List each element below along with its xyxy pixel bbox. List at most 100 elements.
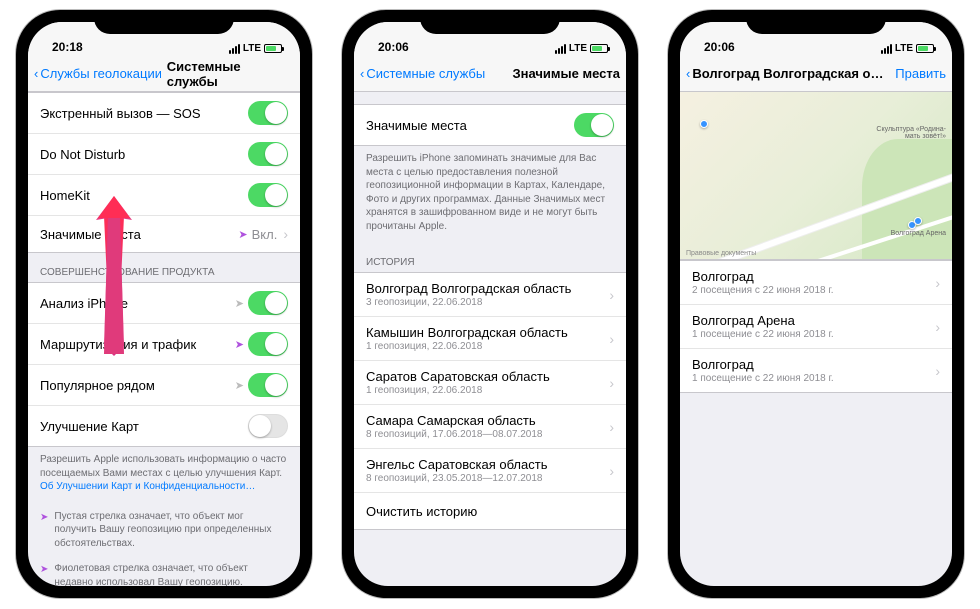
chevron-right-icon: › — [609, 419, 614, 435]
place-row[interactable]: Волгоград Арена 1 посещение с 22 июня 20… — [680, 305, 952, 349]
row-label: Значимые места — [366, 118, 574, 133]
row-label: Экстренный вызов — SOS — [40, 106, 248, 121]
row-subtitle: 3 геопозиции, 22.06.2018 — [366, 297, 603, 308]
row-title: Самара Самарская область — [366, 413, 536, 428]
screen-1: 20:18 LTE ‹ Службы геолокации Системные … — [28, 22, 300, 586]
footer-link[interactable]: Об Улучшении Карт и Конфиденциальности… — [40, 481, 255, 492]
nav-bar: ‹ Службы геолокации Системные службы — [28, 56, 300, 92]
nav-bar: ‹ Волгоград Волгоградская о… Править — [680, 56, 952, 92]
history-row[interactable]: Камышин Волгоградская область 1 геопозиц… — [354, 317, 626, 361]
edit-button[interactable]: Править — [895, 66, 946, 81]
row-title: Саратов Саратовская область — [366, 369, 550, 384]
chevron-left-icon: ‹ — [360, 66, 364, 81]
group-toggle: Значимые места — [354, 104, 626, 146]
screen-3: 20:06 LTE ‹ Волгоград Волгоградская о… П… — [680, 22, 952, 586]
row-label: Значимые места — [40, 227, 238, 242]
history-row[interactable]: Саратов Саратовская область 1 геопозиция… — [354, 361, 626, 405]
row-routing-traffic[interactable]: Маршрутизация и трафик ➤ — [28, 324, 300, 365]
legend-outline: ➤ Пустая стрелка означает, что объект мо… — [28, 504, 300, 557]
toggle[interactable] — [248, 183, 288, 207]
chevron-right-icon: › — [609, 463, 614, 479]
location-arrow-icon: ➤ — [238, 228, 247, 241]
back-label: Системные службы — [366, 66, 485, 81]
history-row[interactable]: Самара Самарская область 8 геопозиций, 1… — [354, 405, 626, 449]
notch — [420, 10, 560, 34]
clear-history-button[interactable]: Очистить историю — [354, 493, 626, 529]
place-row[interactable]: Волгоград 2 посещения с 22 июня 2018 г. … — [680, 261, 952, 305]
location-arrow-icon: ➤ — [235, 379, 244, 392]
chevron-left-icon: ‹ — [34, 66, 38, 81]
legend-text: Фиолетовая стрелка означает, что объект … — [54, 562, 288, 586]
signal-icon — [881, 44, 892, 54]
place-row[interactable]: Волгоград 1 посещение с 22 июня 2018 г. … — [680, 349, 952, 392]
row-title: Волгоград Арена — [692, 313, 795, 328]
row-subtitle: 8 геопозиций, 23.05.2018—12.07.2018 — [366, 473, 603, 484]
row-value: Вкл. — [252, 227, 278, 242]
chevron-right-icon: › — [609, 375, 614, 391]
chevron-left-icon: ‹ — [686, 66, 690, 81]
row-dnd[interactable]: Do Not Disturb — [28, 134, 300, 175]
row-significant-toggle[interactable]: Значимые места — [354, 105, 626, 145]
toggle[interactable] — [248, 291, 288, 315]
row-label: Анализ iPhone — [40, 296, 235, 311]
group-1: Экстренный вызов — SOS Do Not Disturb Ho… — [28, 92, 300, 253]
clock: 20:06 — [378, 40, 409, 54]
map-view[interactable]: Скульптура «Родина-мать зовёт!» Волгогра… — [680, 92, 952, 260]
row-homekit[interactable]: HomeKit — [28, 175, 300, 216]
row-label: Популярное рядом — [40, 378, 235, 393]
row-subtitle: 8 геопозиций, 17.06.2018—08.07.2018 — [366, 429, 603, 440]
row-subtitle: 1 посещение с 22 июня 2018 г. — [692, 373, 929, 384]
back-button[interactable]: ‹ Волгоград Волгоградская о… — [686, 66, 889, 81]
content[interactable]: Значимые места Разрешить iPhone запомина… — [354, 92, 626, 586]
row-label: Очистить историю — [366, 504, 614, 519]
phone-1: 20:18 LTE ‹ Службы геолокации Системные … — [16, 10, 312, 598]
row-popular-near[interactable]: Популярное рядом ➤ — [28, 365, 300, 406]
nav-bar: ‹ Системные службы Значимые места — [354, 56, 626, 92]
toggle[interactable] — [248, 332, 288, 356]
content[interactable]: Экстренный вызов — SOS Do Not Disturb Ho… — [28, 92, 300, 586]
toggle[interactable] — [248, 414, 288, 438]
row-title: Волгоград — [692, 269, 754, 284]
toggle[interactable] — [248, 142, 288, 166]
chevron-right-icon: › — [609, 331, 614, 347]
row-label: HomeKit — [40, 188, 248, 203]
map-legal-link[interactable]: Правовые документы — [686, 250, 756, 257]
group-history: Волгоград Волгоградская область 3 геопоз… — [354, 272, 626, 530]
location-arrow-icon: ➤ — [235, 338, 244, 351]
map-pin[interactable] — [914, 217, 922, 225]
history-header: ИСТОРИЯ — [354, 243, 626, 272]
row-title: Энгельс Саратовская область — [366, 457, 547, 472]
row-label: Улучшение Карт — [40, 419, 248, 434]
row-title: Волгоград Волгоградская область — [366, 281, 571, 296]
carrier: LTE — [243, 43, 261, 54]
history-row[interactable]: Волгоград Волгоградская область 3 геопоз… — [354, 273, 626, 317]
toggle[interactable] — [248, 373, 288, 397]
battery-icon — [590, 44, 608, 53]
location-arrow-icon: ➤ — [40, 563, 48, 586]
content[interactable]: Скульптура «Родина-мать зовёт!» Волгогра… — [680, 92, 952, 586]
group-places: Волгоград 2 посещения с 22 июня 2018 г. … — [680, 260, 952, 393]
map-poi-label: Скульптура «Родина-мать зовёт!» — [876, 126, 946, 140]
row-label: Маршрутизация и трафик — [40, 337, 235, 352]
toggle[interactable] — [248, 101, 288, 125]
screen-2: 20:06 LTE ‹ Системные службы Значимые ме… — [354, 22, 626, 586]
row-significant-locations[interactable]: Значимые места ➤ Вкл. › — [28, 216, 300, 252]
row-improve-maps[interactable]: Улучшение Карт — [28, 406, 300, 446]
map-pin[interactable] — [700, 120, 708, 128]
carrier: LTE — [895, 43, 913, 54]
toggle[interactable] — [574, 113, 614, 137]
notch — [94, 10, 234, 34]
row-subtitle: 1 посещение с 22 июня 2018 г. — [692, 329, 929, 340]
chevron-right-icon: › — [935, 363, 940, 379]
battery-icon — [264, 44, 282, 53]
footer-text: Разрешить Apple использовать информацию … — [28, 447, 300, 504]
group-2: Анализ iPhone ➤ Маршрутизация и трафик ➤… — [28, 282, 300, 447]
description-text: Разрешить iPhone запоминать значимые для… — [354, 146, 626, 243]
history-row[interactable]: Энгельс Саратовская область 8 геопозиций… — [354, 449, 626, 493]
row-sos[interactable]: Экстренный вызов — SOS — [28, 93, 300, 134]
back-button[interactable]: ‹ Системные службы — [360, 66, 485, 81]
nav-title: Системные службы — [161, 59, 294, 89]
row-iphone-analytics[interactable]: Анализ iPhone ➤ — [28, 283, 300, 324]
map-poi-label: Волгоград Арена — [891, 230, 946, 237]
back-button[interactable]: ‹ Службы геолокации — [34, 66, 161, 81]
